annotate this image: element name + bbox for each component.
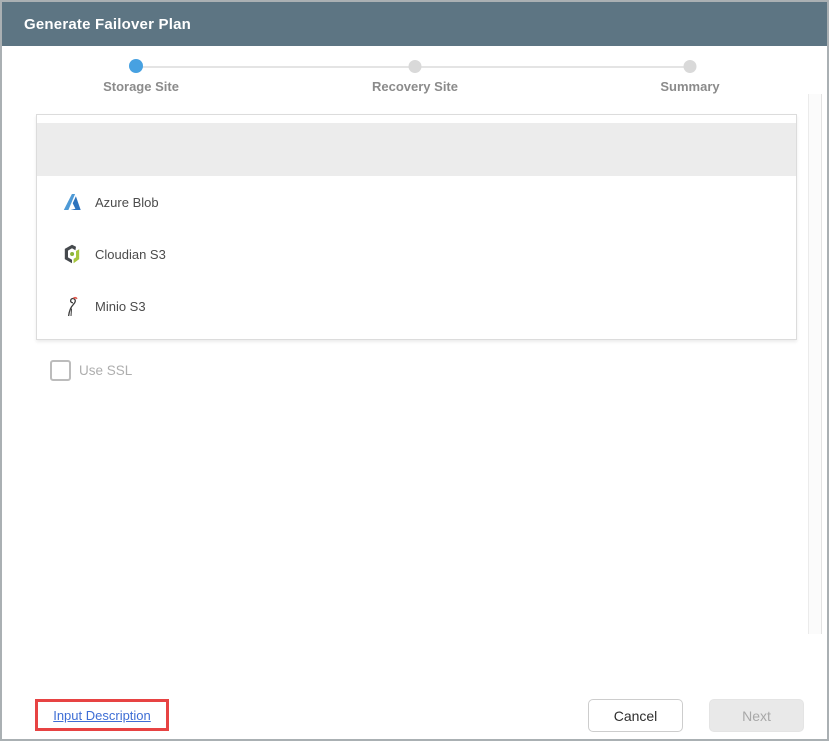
cancel-button[interactable]: Cancel — [588, 699, 683, 732]
step-label-storage-site: Storage Site — [103, 79, 179, 94]
input-description-link[interactable]: Input Description — [53, 708, 151, 723]
step-label-summary: Summary — [660, 79, 719, 94]
storage-type-panel: Azure Blob Cloudian S3 Minio S3 — [36, 114, 797, 340]
list-header-row — [37, 123, 796, 176]
scrollbar-track[interactable] — [808, 94, 822, 634]
list-item-label: Minio S3 — [95, 299, 146, 314]
list-item-azure-blob[interactable]: Azure Blob — [37, 176, 796, 228]
step-dot-storage-site — [129, 59, 143, 73]
next-button[interactable]: Next — [709, 699, 804, 732]
use-ssl-row: Use SSL — [50, 360, 132, 381]
step-label-recovery-site: Recovery Site — [372, 79, 458, 94]
step-dot-recovery-site — [409, 60, 422, 73]
dialog-titlebar: Generate Failover Plan — [2, 2, 827, 46]
annotation-highlight-box: Input Description — [35, 699, 169, 731]
list-item-minio-s3[interactable]: Minio S3 — [37, 280, 796, 332]
azure-icon — [61, 191, 83, 213]
dialog-title: Generate Failover Plan — [24, 16, 191, 33]
list-item-label: Azure Blob — [95, 195, 159, 210]
generate-failover-plan-dialog: Generate Failover Plan Storage Site Reco… — [0, 0, 829, 741]
list-item-label: Cloudian S3 — [95, 247, 166, 262]
minio-icon — [61, 295, 83, 317]
step-dot-summary — [684, 60, 697, 73]
use-ssl-label: Use SSL — [79, 363, 132, 378]
wizard-stepper: Storage Site Recovery Site Summary — [2, 46, 827, 104]
use-ssl-checkbox[interactable] — [50, 360, 71, 381]
list-item-cloudian-s3[interactable]: Cloudian S3 — [37, 228, 796, 280]
cloudian-icon — [61, 243, 83, 265]
